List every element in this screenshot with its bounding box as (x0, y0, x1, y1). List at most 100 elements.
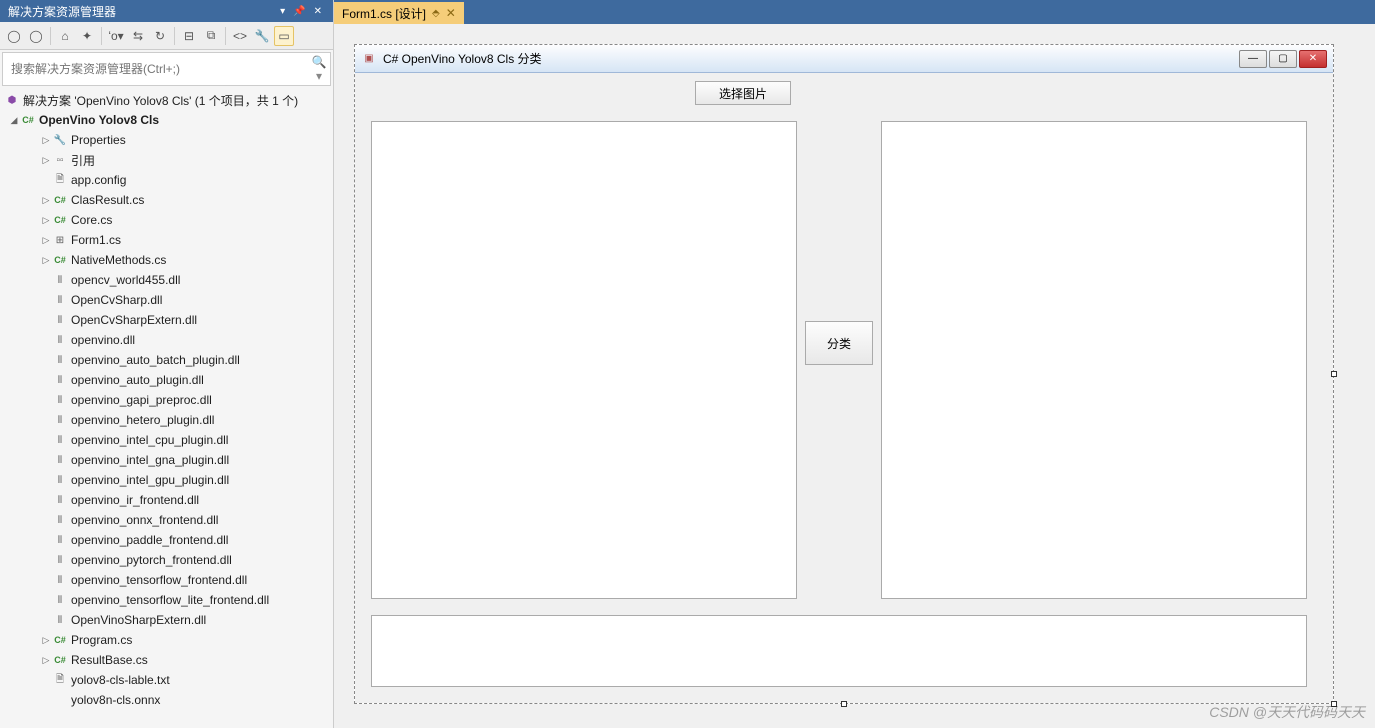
solution-tree: ⬢ 解决方案 'OpenVino Yolov8 Cls' (1 个项目，共 1 … (0, 88, 333, 728)
project-node[interactable]: ◢ C# OpenVino Yolov8 Cls (0, 110, 333, 130)
tree-item-label: Properties (71, 133, 126, 147)
pending-icon[interactable]: ʻo▾ (106, 26, 126, 46)
tree-item-label: openvino_tensorflow_lite_frontend.dll (71, 593, 269, 607)
properties-icon[interactable]: 🔧 (252, 26, 272, 46)
tree-item[interactable]: ⦀openvino_tensorflow_frontend.dll (0, 570, 333, 590)
collapse-icon[interactable]: ⊟ (179, 26, 199, 46)
file-icon: ⦀ (52, 352, 68, 368)
tree-item[interactable]: ⦀opencv_world455.dll (0, 270, 333, 290)
close-button[interactable]: ✕ (1299, 50, 1327, 68)
tree-item[interactable]: ⦀openvino_onnx_frontend.dll (0, 510, 333, 530)
tree-item[interactable]: ▷C#ResultBase.cs (0, 650, 333, 670)
tree-item[interactable]: ▷C#NativeMethods.cs (0, 250, 333, 270)
show-all-icon[interactable]: ⧉ (201, 26, 221, 46)
pin-icon[interactable]: ⬘ (432, 8, 440, 19)
resize-handle-bottom[interactable] (841, 701, 847, 707)
tree-item[interactable]: ⦀openvino_pytorch_frontend.dll (0, 550, 333, 570)
left-picturebox[interactable] (371, 121, 797, 599)
tree-item-label: openvino_auto_batch_plugin.dll (71, 353, 240, 367)
tree-item[interactable]: ⦀openvino_tensorflow_lite_frontend.dll (0, 590, 333, 610)
dropdown-icon[interactable]: ▾ (277, 6, 288, 17)
refresh-icon[interactable]: ↻ (150, 26, 170, 46)
tree-item[interactable]: ⦀openvino_hetero_plugin.dll (0, 410, 333, 430)
file-icon: ⦀ (52, 292, 68, 308)
tree-item[interactable]: ⦀openvino_auto_plugin.dll (0, 370, 333, 390)
chevron-right-icon[interactable]: ▷ (40, 255, 52, 266)
chevron-right-icon[interactable]: ▷ (40, 195, 52, 206)
solution-node[interactable]: ⬢ 解决方案 'OpenVino Yolov8 Cls' (1 个项目，共 1 … (0, 90, 333, 110)
chevron-right-icon[interactable]: ▷ (40, 235, 52, 246)
output-textbox[interactable] (371, 615, 1307, 687)
file-icon: ⦀ (52, 332, 68, 348)
file-icon: ⦀ (52, 572, 68, 588)
document-tab-bar: Form1.cs [设计] ⬘ ✕ (334, 0, 1375, 24)
tree-item[interactable]: ⦀openvino.dll (0, 330, 333, 350)
preview-icon[interactable]: ▭ (274, 26, 294, 46)
tree-item[interactable]: ⦀OpenCvSharpExtern.dll (0, 310, 333, 330)
right-picturebox[interactable] (881, 121, 1307, 599)
tree-item[interactable]: ⦀OpenCvSharp.dll (0, 290, 333, 310)
file-icon: C# (52, 252, 68, 268)
design-surface[interactable]: ▣ C# OpenVino Yolov8 Cls 分类 — ▢ ✕ 选择图片 分… (334, 24, 1375, 728)
select-image-button[interactable]: 选择图片 (695, 81, 791, 105)
tree-item[interactable]: ⦀openvino_intel_gpu_plugin.dll (0, 470, 333, 490)
tree-item[interactable]: ▷⊞Form1.cs (0, 230, 333, 250)
tree-item[interactable]: ▷▫▫引用 (0, 150, 333, 170)
tree-item[interactable]: ▷C#ClasResult.cs (0, 190, 333, 210)
tab-form1[interactable]: Form1.cs [设计] ⬘ ✕ (334, 2, 464, 24)
chevron-right-icon[interactable]: ▷ (40, 655, 52, 666)
code-view-icon[interactable]: <> (230, 26, 250, 46)
search-icon[interactable]: 🔍▾ (310, 55, 328, 83)
tree-item[interactable]: 🗎yolov8-cls-lable.txt (0, 670, 333, 690)
home-icon[interactable]: ⌂ (55, 26, 75, 46)
tree-item[interactable]: ⦀openvino_intel_gna_plugin.dll (0, 450, 333, 470)
tree-item-label: openvino_pytorch_frontend.dll (71, 553, 232, 567)
file-icon: C# (52, 212, 68, 228)
close-icon[interactable]: ✕ (446, 6, 456, 20)
close-icon[interactable]: ✕ (311, 6, 325, 17)
tree-item-label: openvino_gapi_preproc.dll (71, 393, 212, 407)
tree-item[interactable]: ⦀openvino_auto_batch_plugin.dll (0, 350, 333, 370)
file-icon: 🔧 (52, 132, 68, 148)
tree-item-label: openvino_intel_cpu_plugin.dll (71, 433, 228, 447)
tree-item-label: Form1.cs (71, 233, 121, 247)
search-input[interactable] (5, 59, 310, 79)
chevron-right-icon[interactable]: ▷ (40, 635, 52, 646)
tree-item[interactable]: ⦀openvino_intel_cpu_plugin.dll (0, 430, 333, 450)
resize-handle-right[interactable] (1331, 371, 1337, 377)
chevron-right-icon[interactable]: ▷ (40, 155, 52, 166)
tree-item[interactable]: yolov8n-cls.onnx (0, 690, 333, 710)
classify-button[interactable]: 分类 (805, 321, 873, 365)
pin-icon[interactable]: 📌 (290, 6, 308, 17)
explorer-title: 解决方案资源管理器 (8, 3, 116, 20)
winform-window[interactable]: ▣ C# OpenVino Yolov8 Cls 分类 — ▢ ✕ 选择图片 分… (354, 44, 1334, 704)
tree-item-label: yolov8-cls-lable.txt (71, 673, 170, 687)
file-icon: C# (52, 632, 68, 648)
tree-item[interactable]: ⦀openvino_paddle_frontend.dll (0, 530, 333, 550)
file-icon: ⦀ (52, 452, 68, 468)
tree-item[interactable]: ▷C#Program.cs (0, 630, 333, 650)
tree-item[interactable]: ▷C#Core.cs (0, 210, 333, 230)
sync-icon[interactable]: ⇆ (128, 26, 148, 46)
winform-body: 选择图片 分类 (355, 73, 1333, 703)
chevron-right-icon[interactable]: ▷ (40, 135, 52, 146)
switch-view-icon[interactable]: ✦ (77, 26, 97, 46)
file-icon: ⊞ (52, 232, 68, 248)
maximize-button[interactable]: ▢ (1269, 50, 1297, 68)
tree-item[interactable]: 🗎app.config (0, 170, 333, 190)
minimize-button[interactable]: — (1239, 50, 1267, 68)
csharp-project-icon: C# (20, 112, 36, 128)
tree-item[interactable]: ⦀OpenVinoSharpExtern.dll (0, 610, 333, 630)
winform-titlebar: ▣ C# OpenVino Yolov8 Cls 分类 — ▢ ✕ (355, 45, 1333, 73)
file-icon: C# (52, 192, 68, 208)
chevron-right-icon[interactable]: ▷ (40, 215, 52, 226)
tree-item-label: openvino_onnx_frontend.dll (71, 513, 218, 527)
tree-item[interactable]: ▷🔧Properties (0, 130, 333, 150)
file-icon: ⦀ (52, 472, 68, 488)
chevron-down-icon[interactable]: ◢ (8, 115, 20, 126)
forward-icon[interactable]: ◯ (26, 26, 46, 46)
tree-item-label: app.config (71, 173, 126, 187)
tree-item[interactable]: ⦀openvino_gapi_preproc.dll (0, 390, 333, 410)
tree-item[interactable]: ⦀openvino_ir_frontend.dll (0, 490, 333, 510)
back-icon[interactable]: ◯ (4, 26, 24, 46)
